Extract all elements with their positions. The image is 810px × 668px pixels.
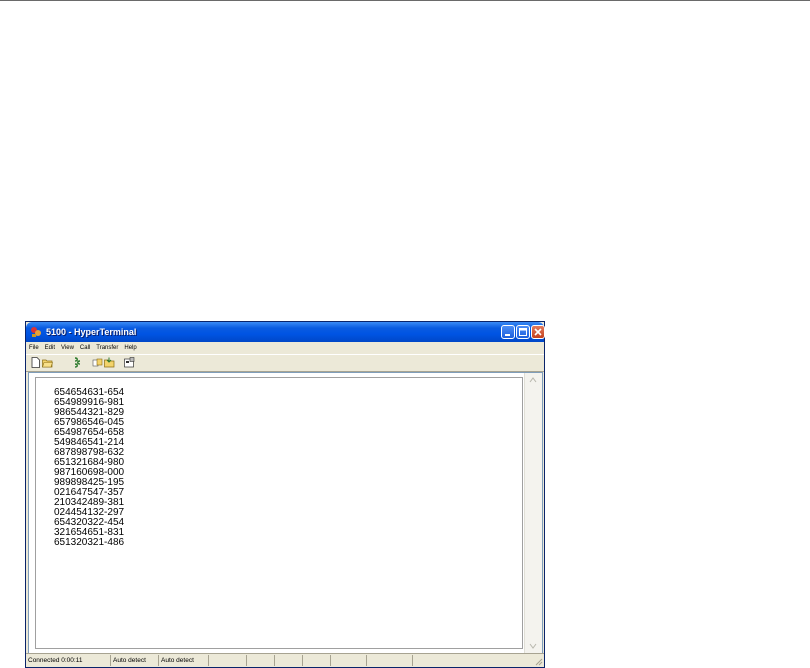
terminal-line: 651320321-486 <box>54 537 125 548</box>
hyperterminal-app-icon[interactable] <box>30 326 42 338</box>
close-button[interactable] <box>531 325 545 339</box>
scroll-down-icon[interactable] <box>528 642 538 650</box>
status-auto-detect-1: Auto detect <box>110 655 158 666</box>
terminal-output: 654654631-654 654989916-981 986544321-82… <box>54 388 124 548</box>
status-cell-empty <box>246 655 274 666</box>
status-auto-detect-2: Auto detect <box>158 655 208 666</box>
vertical-scrollbar[interactable] <box>524 373 542 653</box>
hyperterminal-window: 5100 - HyperTerminal File Edit View Call Tra… <box>25 321 545 668</box>
menu-edit[interactable]: Edit <box>42 342 58 354</box>
minimize-button[interactable] <box>501 325 515 339</box>
menu-help[interactable]: Help <box>121 342 139 354</box>
maximize-icon <box>519 328 527 336</box>
page-top-rule <box>0 0 810 1</box>
open-icon[interactable] <box>42 357 53 368</box>
new-icon[interactable] <box>30 357 41 368</box>
status-cell-empty <box>208 655 246 666</box>
close-icon <box>534 328 542 336</box>
status-cell-empty <box>412 655 542 666</box>
title-bar[interactable]: 5100 - HyperTerminal <box>26 322 545 342</box>
scroll-up-icon[interactable] <box>528 376 538 384</box>
window-title: 5100 - HyperTerminal <box>46 327 137 337</box>
disconnect-icon[interactable] <box>72 357 83 368</box>
terminal-client-area[interactable]: 654654631-654 654989916-981 986544321-82… <box>28 372 543 654</box>
menu-view[interactable]: View <box>58 342 77 354</box>
status-cell-empty <box>366 655 412 666</box>
menu-call[interactable]: Call <box>77 342 93 354</box>
terminal-screen[interactable]: 654654631-654 654989916-981 986544321-82… <box>35 377 523 649</box>
status-bar: Connected 0:00:11 Auto detect Auto detec… <box>26 653 544 667</box>
status-cell-empty <box>274 655 302 666</box>
status-connected: Connected 0:00:11 <box>28 657 83 664</box>
status-cell-empty <box>302 655 330 666</box>
maximize-button[interactable] <box>516 325 530 339</box>
toolbar <box>26 354 544 372</box>
menu-file[interactable]: File <box>26 342 42 354</box>
send-icon[interactable] <box>92 357 103 368</box>
receive-icon[interactable] <box>104 357 115 368</box>
minimize-icon <box>505 334 510 336</box>
resize-grip-icon[interactable] <box>533 656 543 666</box>
status-cell-empty <box>330 655 366 666</box>
menu-transfer[interactable]: Transfer <box>93 342 121 354</box>
menu-bar: File Edit View Call Transfer Help <box>26 342 544 354</box>
properties-icon[interactable] <box>124 357 135 368</box>
